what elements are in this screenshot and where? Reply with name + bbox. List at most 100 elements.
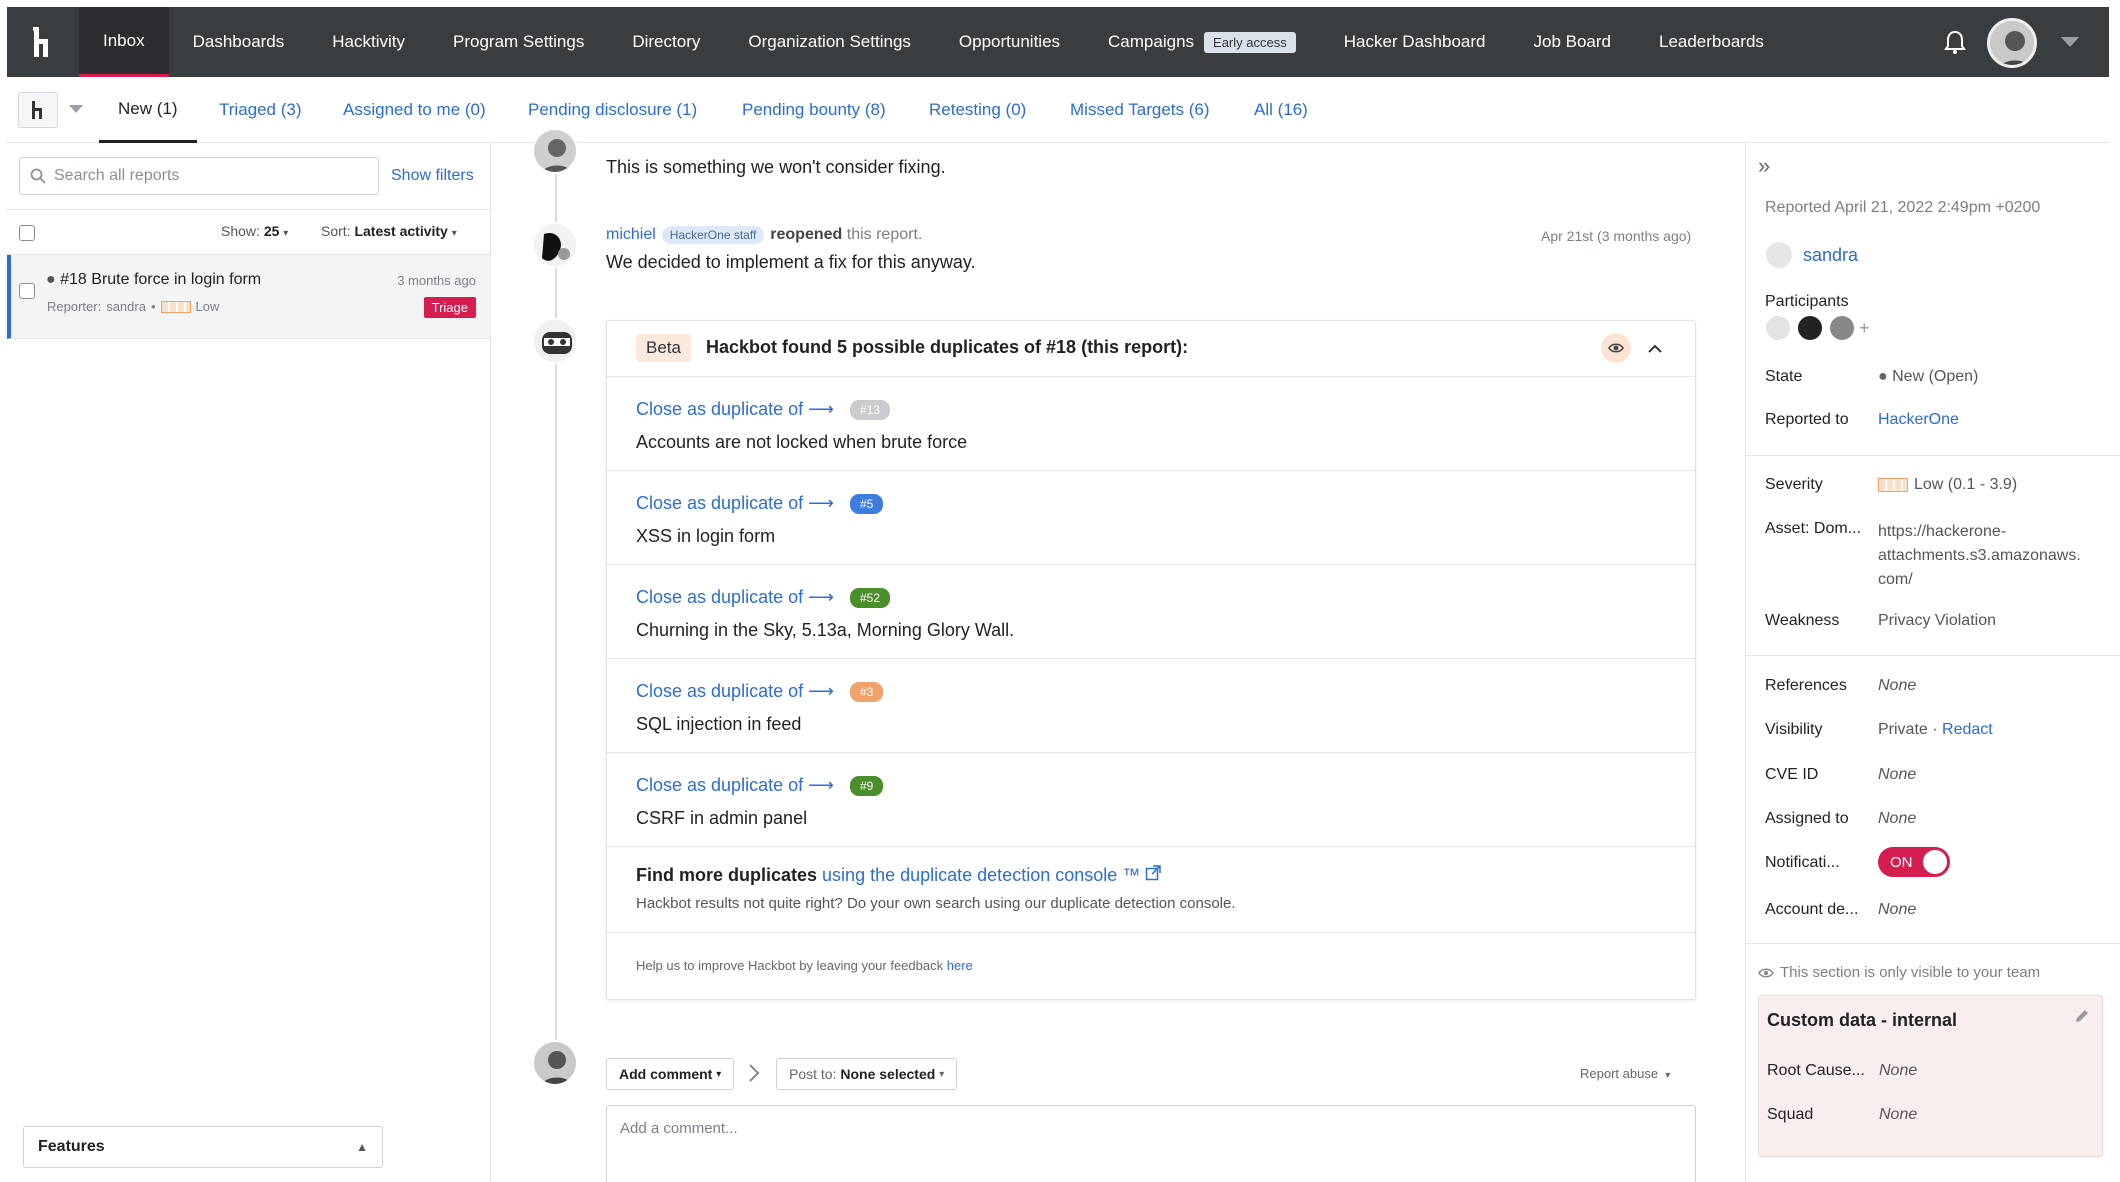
activity-time: Apr 21st (3 months ago) xyxy=(1541,228,1692,244)
close-as-duplicate-link[interactable]: Close as duplicate of ⟶ xyxy=(636,587,834,608)
weakness-value[interactable]: Privacy Violation xyxy=(1878,612,1996,630)
tab-all[interactable]: All (16) xyxy=(1254,77,1308,143)
post-to-value: None selected xyxy=(840,1066,936,1082)
root-cause-value[interactable]: None xyxy=(1879,1062,1917,1080)
find-more-label: Find more duplicates xyxy=(636,865,818,885)
external-link-icon[interactable] xyxy=(1145,865,1162,885)
state-value[interactable]: ● New (Open) xyxy=(1878,368,1978,386)
michiel-avatar xyxy=(532,222,578,268)
duplicate-title: SQL injection in feed xyxy=(636,714,802,734)
bell-icon[interactable] xyxy=(1943,29,1967,60)
duplicate-console-link[interactable]: using the duplicate detection console ™ xyxy=(822,865,1140,885)
add-participant-icon[interactable]: + xyxy=(1859,318,1870,339)
nav-hacker-dashboard[interactable]: Hacker Dashboard xyxy=(1320,7,1510,77)
close-as-duplicate-link[interactable]: Close as duplicate of ⟶ xyxy=(636,681,834,702)
participant-avatar[interactable] xyxy=(1829,315,1855,341)
staff-badge: HackerOne staff xyxy=(661,226,765,244)
nav-organization-settings[interactable]: Organization Settings xyxy=(724,7,935,77)
assigned-value[interactable]: None xyxy=(1878,810,1916,828)
report-details-panel: » Reported April 21, 2022 2:49pm +0200 s… xyxy=(1745,143,2120,1182)
report-abuse-link[interactable]: Report abuse ▾ xyxy=(1580,1066,1670,1081)
search-input[interactable]: Search all reports xyxy=(19,157,379,195)
sort-select[interactable]: Sort: Latest activity ▾ xyxy=(321,223,457,239)
severity-label: Severity xyxy=(1765,476,1823,493)
post-to-select[interactable]: Post to: None selected ▾ xyxy=(776,1058,958,1090)
program-switcher[interactable] xyxy=(18,92,58,128)
nav-campaigns[interactable]: Campaigns Early access xyxy=(1084,7,1320,77)
chevron-down-icon: ▾ xyxy=(283,228,289,239)
redact-link[interactable]: Redact xyxy=(1942,721,1993,738)
nav-hacktivity[interactable]: Hacktivity xyxy=(308,7,429,77)
reporter-row: sandra xyxy=(1765,241,1858,269)
references-value[interactable]: None xyxy=(1878,677,1916,695)
cve-value[interactable]: None xyxy=(1878,766,1916,784)
report-list-item[interactable]: ● #18 Brute force in login form 3 months… xyxy=(7,255,491,339)
nav-leaderboards[interactable]: Leaderboards xyxy=(1635,7,1788,77)
divider xyxy=(1746,655,2120,656)
participant-avatar[interactable] xyxy=(1765,315,1791,341)
notifications-toggle[interactable]: ON xyxy=(1878,847,1950,877)
severity-value[interactable]: Low (0.1 - 3.9) xyxy=(1878,476,2017,494)
report-title-text: #18 Brute force in login form xyxy=(60,271,262,288)
divider xyxy=(1746,455,2120,456)
features-dropdown[interactable]: Features ▲ xyxy=(23,1126,383,1168)
team-visibility-text: This section is only visible to your tea… xyxy=(1780,964,2041,981)
edit-pencil-icon[interactable] xyxy=(2074,1008,2090,1029)
comment-textarea[interactable]: Add a comment... xyxy=(606,1105,1696,1182)
report-time: 3 months ago xyxy=(397,273,476,288)
duplicate-number-badge[interactable]: #52 xyxy=(850,588,891,608)
user-avatar[interactable] xyxy=(1987,18,2037,68)
reported-to-link[interactable]: HackerOne xyxy=(1878,411,1959,429)
tab-assigned-to-me[interactable]: Assigned to me (0) xyxy=(343,77,486,143)
nav-dashboards[interactable]: Dashboards xyxy=(169,7,309,77)
tab-pending-bounty[interactable]: Pending bounty (8) xyxy=(742,77,886,143)
close-as-duplicate-link[interactable]: Close as duplicate of ⟶ xyxy=(636,399,834,420)
program-switcher-chevron-icon[interactable] xyxy=(69,105,83,113)
hackerone-logo-icon[interactable] xyxy=(7,7,79,77)
account-menu-chevron-icon[interactable] xyxy=(2061,37,2079,47)
duplicate-number-badge[interactable]: #13 xyxy=(850,400,891,420)
squad-value[interactable]: None xyxy=(1879,1106,1917,1124)
duplicate-number-badge[interactable]: #3 xyxy=(850,682,884,702)
chevron-up-icon: ▲ xyxy=(356,1140,368,1154)
notifications-label: Notificati... xyxy=(1765,854,1840,871)
show-count-select[interactable]: Show: 25 ▾ xyxy=(221,223,288,239)
reporter-label: Reporter: xyxy=(47,299,102,314)
show-filters-link[interactable]: Show filters xyxy=(391,167,474,185)
close-as-duplicate-link[interactable]: Close as duplicate of ⟶ xyxy=(636,775,834,796)
nav-job-board[interactable]: Job Board xyxy=(1509,7,1635,77)
nav-program-settings[interactable]: Program Settings xyxy=(429,7,608,77)
visibility-label: Visibility xyxy=(1765,721,1823,738)
select-all-checkbox[interactable] xyxy=(19,225,35,241)
duplicate-item: Close as duplicate of ⟶ #3 SQL injection… xyxy=(607,659,1695,753)
close-as-duplicate-link[interactable]: Close as duplicate of ⟶ xyxy=(636,493,834,514)
visibility-value: Private · Redact xyxy=(1878,721,1993,739)
report-checkbox[interactable] xyxy=(19,283,35,299)
tab-missed-targets[interactable]: Missed Targets (6) xyxy=(1070,77,1210,143)
feedback-link[interactable]: here xyxy=(947,958,973,973)
participant-avatar[interactable] xyxy=(1797,315,1823,341)
tab-triaged[interactable]: Triaged (3) xyxy=(219,77,302,143)
participants-avatars: + xyxy=(1765,315,1870,341)
feedback-line: Help us to improve Hackbot by leaving yo… xyxy=(636,958,973,973)
reporter-link[interactable]: sandra xyxy=(1803,245,1858,266)
hackbot-header: Beta Hackbot found 5 possible duplicates… xyxy=(607,321,1695,377)
duplicate-number-badge[interactable]: #5 xyxy=(850,494,884,514)
eye-icon[interactable] xyxy=(1601,333,1631,363)
report-meta: Reporter: sandra • Low xyxy=(47,299,219,314)
asset-value-line-2: attachments.s3.amazonaws. xyxy=(1878,547,2081,564)
michiel-user-link[interactable]: michiel xyxy=(606,226,656,244)
account-value[interactable]: None xyxy=(1878,901,1916,919)
nav-opportunities[interactable]: Opportunities xyxy=(935,7,1084,77)
comment-placeholder: Add a comment... xyxy=(620,1120,738,1137)
nav-directory[interactable]: Directory xyxy=(608,7,724,77)
tab-new[interactable]: New (1) xyxy=(99,77,197,143)
add-comment-button[interactable]: Add comment ▾ xyxy=(606,1058,735,1090)
nav-inbox[interactable]: Inbox xyxy=(79,7,169,77)
tab-retesting[interactable]: Retesting (0) xyxy=(929,77,1026,143)
collapse-chevron-icon[interactable] xyxy=(1647,339,1663,359)
asset-value[interactable]: https://hackerone- attachments.s3.amazon… xyxy=(1878,520,2081,592)
previous-activity-avatar xyxy=(532,128,578,174)
expand-panel-icon[interactable]: » xyxy=(1758,153,1770,179)
duplicate-number-badge[interactable]: #9 xyxy=(850,776,884,796)
